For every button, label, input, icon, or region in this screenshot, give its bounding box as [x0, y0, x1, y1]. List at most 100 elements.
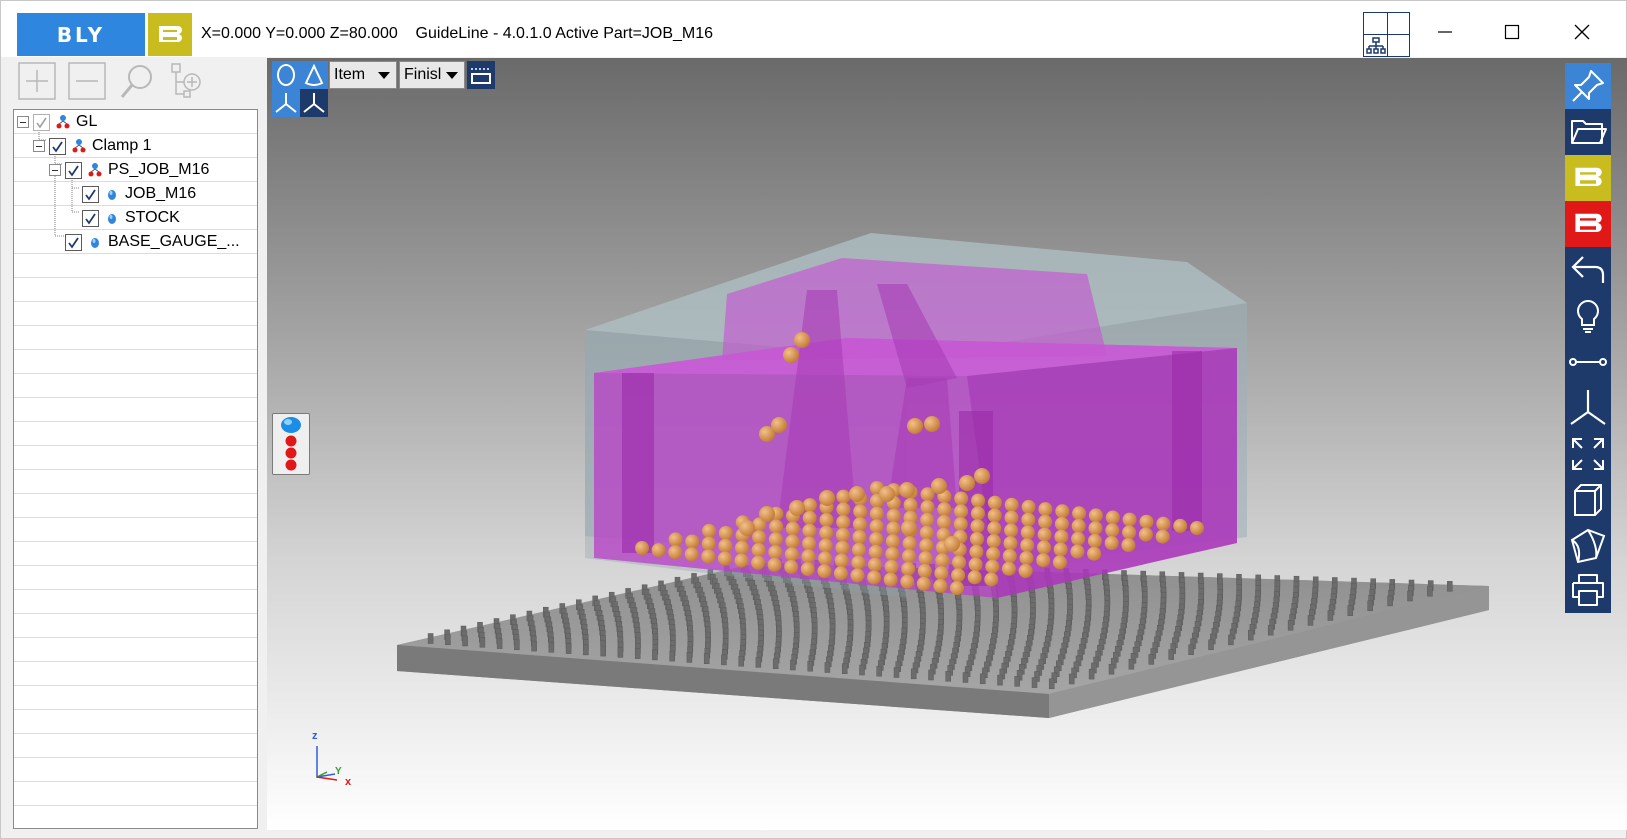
- gauge-pin: [910, 668, 917, 680]
- node-checkbox[interactable]: [49, 137, 66, 155]
- shade-button[interactable]: [272, 61, 300, 89]
- search-icon: [120, 65, 152, 98]
- undo-button[interactable]: [1565, 247, 1611, 293]
- node-checkbox[interactable]: [33, 113, 50, 131]
- tree-node-stock[interactable]: STOCK: [82, 206, 180, 230]
- contact-sphere: [1156, 516, 1171, 531]
- contact-sphere: [969, 544, 984, 559]
- gauge-pin: [1228, 634, 1234, 646]
- tree-node-job[interactable]: JOB_M16: [82, 182, 196, 206]
- contact-sphere: [701, 549, 716, 564]
- node-checkbox[interactable]: [65, 161, 82, 179]
- contact-sphere: [869, 532, 884, 547]
- contact-sphere: [751, 543, 766, 557]
- remove-button[interactable]: [67, 61, 107, 101]
- box-button[interactable]: [1565, 477, 1611, 523]
- contact-sphere: [734, 553, 749, 568]
- open-button[interactable]: [1565, 109, 1611, 155]
- measure-button[interactable]: [1565, 339, 1611, 385]
- contact-sphere: [768, 532, 783, 547]
- plane-button[interactable]: [467, 61, 495, 89]
- contact-sphere: [868, 544, 883, 559]
- contact-sphere: [1002, 549, 1017, 563]
- axis-view-button[interactable]: [272, 89, 300, 117]
- contact-sphere: [1020, 538, 1035, 553]
- contact-sphere: [834, 553, 849, 568]
- tree-row: [14, 566, 257, 590]
- contact-sphere: [959, 475, 975, 491]
- add-node-button[interactable]: [167, 61, 207, 101]
- contact-sphere: [836, 502, 851, 517]
- tree-row: [14, 662, 257, 686]
- section-button[interactable]: [1565, 523, 1611, 569]
- gauge-pin: [928, 669, 934, 681]
- node-checkbox[interactable]: [82, 209, 99, 227]
- close-button[interactable]: [1559, 15, 1605, 49]
- contact-sphere: [931, 478, 947, 494]
- node-checkbox[interactable]: [82, 185, 99, 203]
- search-button[interactable]: [117, 61, 157, 101]
- gauge-pin: [583, 644, 589, 656]
- axis-view-alt-button[interactable]: [300, 89, 328, 117]
- contact-sphere: [789, 500, 805, 516]
- layout-icon[interactable]: [1363, 12, 1410, 57]
- cone-icon: [304, 64, 324, 86]
- gauge-pin: [1447, 581, 1453, 592]
- gauge-pin: [445, 634, 451, 646]
- gauge-pin: [514, 639, 520, 651]
- contact-sphere: [987, 508, 1002, 523]
- contact-sphere: [954, 491, 969, 506]
- item-select[interactable]: Item: [329, 61, 397, 89]
- finish-select[interactable]: Finisl: [399, 61, 465, 89]
- tree-node-base-gauge[interactable]: BASE_GAUGE_...: [65, 230, 240, 254]
- contact-sphere: [1105, 523, 1120, 538]
- print-button[interactable]: [1565, 567, 1611, 613]
- tree-row: [14, 326, 257, 350]
- b-logo-icon[interactable]: [148, 13, 192, 56]
- axis-button[interactable]: [1565, 385, 1611, 431]
- contact-sphere: [1190, 521, 1204, 535]
- tree-row: [14, 542, 257, 566]
- contact-sphere: [987, 495, 1002, 510]
- gauge-pin: [1427, 585, 1433, 597]
- tree-node-ps-job[interactable]: PS_JOB_M16: [49, 158, 209, 182]
- bly-logo[interactable]: BLY: [17, 13, 145, 56]
- gauge-pin: [1188, 644, 1194, 655]
- contact-sphere: [784, 559, 799, 574]
- collapse-toggle[interactable]: [17, 116, 29, 128]
- b-yellow-button[interactable]: [1565, 155, 1611, 201]
- tree-node-clamp[interactable]: Clamp 1: [33, 134, 152, 158]
- pin-button[interactable]: [1565, 63, 1611, 109]
- gauge-pin: [1327, 610, 1334, 621]
- finish-select-value: Finisl: [404, 66, 442, 83]
- b-red-button[interactable]: [1565, 201, 1611, 247]
- node-checkbox[interactable]: [65, 233, 82, 251]
- contact-sphere: [802, 536, 817, 551]
- collapse-toggle[interactable]: [33, 140, 45, 152]
- sphere-legend[interactable]: [272, 413, 310, 475]
- gauge-pin: [755, 657, 762, 668]
- tree-node-gl[interactable]: GL: [17, 110, 97, 134]
- assembly-icon: [88, 163, 102, 177]
- collapse-toggle[interactable]: [49, 164, 61, 176]
- minimize-button[interactable]: [1422, 15, 1468, 49]
- contact-sphere: [1037, 527, 1052, 542]
- contact-sphere: [768, 545, 783, 560]
- contact-sphere: [767, 557, 782, 572]
- cone-button[interactable]: [300, 61, 328, 89]
- gauge-pin: [565, 643, 572, 654]
- chevron-down-icon: [446, 72, 458, 79]
- expand-icon: [1572, 438, 1604, 470]
- contact-sphere: [899, 482, 915, 498]
- contact-sphere: [685, 534, 700, 549]
- contact-sphere: [967, 570, 982, 585]
- contact-sphere: [1054, 529, 1069, 544]
- add-button[interactable]: [17, 61, 57, 101]
- sphere-stack-icon: [281, 417, 301, 471]
- lightbulb-button[interactable]: [1565, 293, 1611, 339]
- maximize-button[interactable]: [1489, 15, 1535, 49]
- fit-view-button[interactable]: [1565, 431, 1611, 477]
- contact-sphere: [937, 502, 952, 517]
- model-scene[interactable]: [267, 58, 1627, 830]
- 3d-viewport[interactable]: [267, 58, 1627, 830]
